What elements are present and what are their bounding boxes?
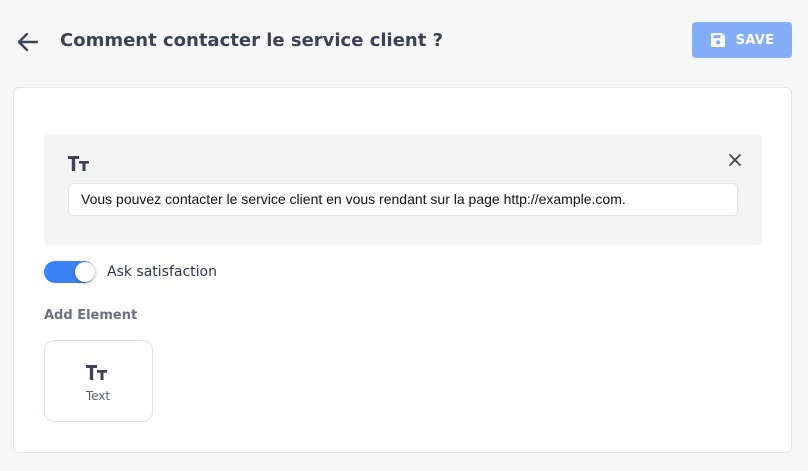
save-button-label: SAVE	[735, 32, 775, 48]
text-element-block: Vous pouvez contacter le service client …	[44, 134, 762, 245]
text-type-icon	[68, 156, 89, 171]
text-type-icon	[86, 365, 107, 380]
add-text-element-button[interactable]: Text	[44, 340, 153, 422]
page-title: Comment contacter le service client ?	[60, 30, 444, 51]
ask-satisfaction-row: Ask satisfaction	[44, 261, 217, 283]
text-element-input[interactable]: Vous pouvez contacter le service client …	[68, 183, 738, 216]
editor-card: Vous pouvez contacter le service client …	[13, 87, 792, 453]
close-icon	[729, 154, 741, 166]
back-button[interactable]	[14, 28, 42, 56]
floppy-disk-icon	[710, 33, 725, 47]
header: Comment contacter le service client ? SA…	[0, 0, 808, 84]
ask-satisfaction-toggle[interactable]	[44, 261, 95, 283]
add-element-title: Add Element	[44, 308, 138, 323]
arrow-left-icon	[17, 32, 39, 52]
add-text-element-label: Text	[85, 389, 111, 403]
remove-element-button[interactable]	[726, 151, 744, 169]
toggle-knob	[75, 262, 95, 282]
ask-satisfaction-label: Ask satisfaction	[107, 264, 217, 280]
save-button[interactable]: SAVE	[692, 22, 792, 58]
